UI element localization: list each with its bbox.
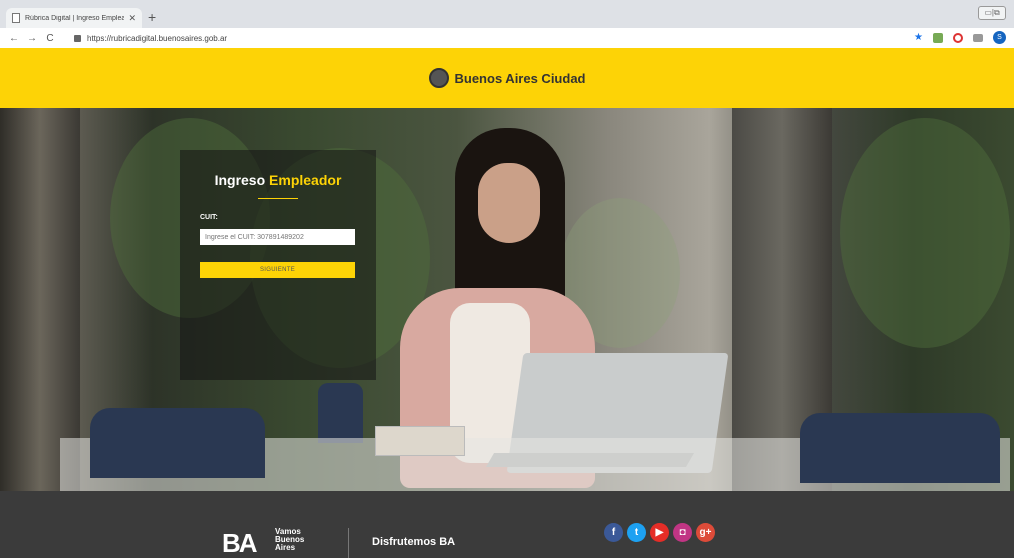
instagram-icon[interactable]: ◘ bbox=[673, 523, 692, 542]
ba-logo[interactable]: BA bbox=[222, 529, 274, 558]
reload-icon[interactable]: C bbox=[42, 33, 58, 44]
site-header: Buenos Aires Ciudad bbox=[0, 48, 1014, 108]
ba-logo-text: Vamos Buenos Aires bbox=[275, 528, 304, 552]
lock-icon bbox=[74, 34, 81, 42]
login-panel: Ingreso Empleador CUIT: SIGUIENTE bbox=[180, 150, 376, 380]
next-button[interactable]: SIGUIENTE bbox=[200, 262, 355, 278]
twitter-icon[interactable]: t bbox=[627, 523, 646, 542]
browser-tab[interactable]: Rúbrica Digital | Ingreso Emplea... ✕ bbox=[6, 8, 142, 28]
forward-icon[interactable]: → bbox=[24, 33, 40, 44]
tab-title: Rúbrica Digital | Ingreso Emplea... bbox=[25, 14, 125, 22]
title-divider bbox=[258, 198, 298, 199]
cuit-label: CUIT: bbox=[200, 214, 218, 221]
youtube-icon[interactable]: ▶ bbox=[650, 523, 669, 542]
footer-tagline: Disfrutemos BA bbox=[372, 536, 456, 548]
opera-extension-icon[interactable] bbox=[953, 32, 963, 43]
hero-background-image bbox=[0, 108, 1014, 491]
bookmark-star-icon[interactable]: ★ bbox=[914, 32, 923, 43]
back-icon[interactable]: ← bbox=[6, 33, 22, 44]
cuit-input[interactable] bbox=[200, 229, 355, 245]
login-title-white: Ingreso bbox=[214, 172, 266, 188]
browser-chrome: Rúbrica Digital | Ingreso Emplea... ✕ + … bbox=[0, 0, 1014, 48]
tab-strip: Rúbrica Digital | Ingreso Emplea... ✕ + … bbox=[0, 0, 1014, 28]
extension-icon[interactable] bbox=[933, 32, 943, 43]
googleplus-icon[interactable]: g+ bbox=[696, 523, 715, 542]
browser-toolbar: ← → C https://rubricadigital.buenosaires… bbox=[0, 28, 1014, 48]
cast-icon[interactable] bbox=[973, 33, 983, 42]
facebook-icon[interactable]: f bbox=[604, 523, 623, 542]
brand-name[interactable]: Buenos Aires Ciudad bbox=[455, 71, 586, 86]
city-logo-icon[interactable] bbox=[428, 68, 449, 88]
social-links: f t ▶ ◘ g+ bbox=[604, 523, 715, 542]
login-title: Ingreso Empleador bbox=[180, 172, 376, 188]
footer-divider bbox=[348, 528, 349, 558]
page-icon bbox=[12, 13, 20, 23]
new-tab-button[interactable]: + bbox=[148, 9, 156, 25]
login-title-yellow: Empleador bbox=[269, 172, 342, 188]
close-tab-icon[interactable]: ✕ bbox=[128, 13, 136, 24]
toolbar-icons: ★ S bbox=[914, 31, 1006, 44]
window-controls[interactable]: ▭|⧉ bbox=[978, 6, 1006, 20]
site-footer bbox=[0, 491, 1014, 558]
profile-avatar[interactable]: S bbox=[993, 31, 1006, 44]
address-bar[interactable]: https://rubricadigital.buenosaires.gob.a… bbox=[87, 34, 227, 43]
ba-line-3: Aires bbox=[275, 543, 296, 552]
